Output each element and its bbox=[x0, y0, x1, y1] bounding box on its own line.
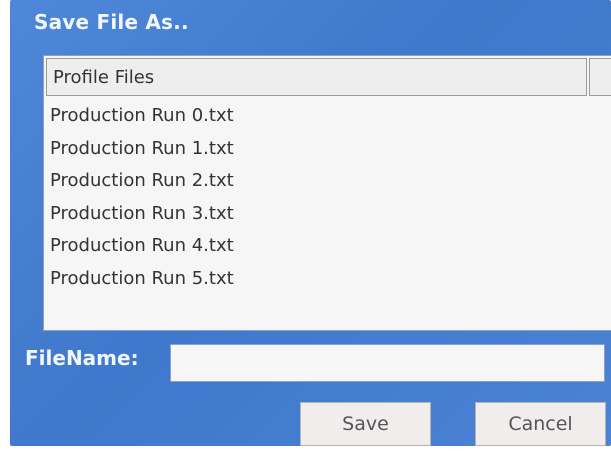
file-list-item[interactable]: Production Run 1.txt bbox=[50, 133, 234, 166]
file-list-item[interactable]: Production Run 3.txt bbox=[50, 198, 234, 231]
file-list-item[interactable]: Production Run 0.txt bbox=[50, 100, 234, 133]
dialog-title: Save File As.. bbox=[34, 10, 189, 34]
file-list: Production Run 0.txt Production Run 1.tx… bbox=[50, 100, 234, 295]
file-list-item[interactable]: Production Run 2.txt bbox=[50, 165, 234, 198]
file-list-item[interactable]: Production Run 4.txt bbox=[50, 230, 234, 263]
file-list-item[interactable]: Production Run 5.txt bbox=[50, 263, 234, 296]
filename-input[interactable] bbox=[170, 344, 605, 382]
cancel-button[interactable]: Cancel bbox=[475, 402, 606, 446]
screen: Save File As.. Profile Files Production … bbox=[0, 0, 611, 458]
list-column-header-label: Profile Files bbox=[53, 67, 155, 88]
list-column-header[interactable]: Profile Files bbox=[46, 58, 587, 96]
list-header-filler bbox=[589, 58, 611, 96]
file-listbox[interactable]: Profile Files Production Run 0.txt Produ… bbox=[43, 55, 611, 331]
save-button[interactable]: Save bbox=[300, 402, 431, 446]
filename-label: FileName: bbox=[25, 346, 139, 370]
